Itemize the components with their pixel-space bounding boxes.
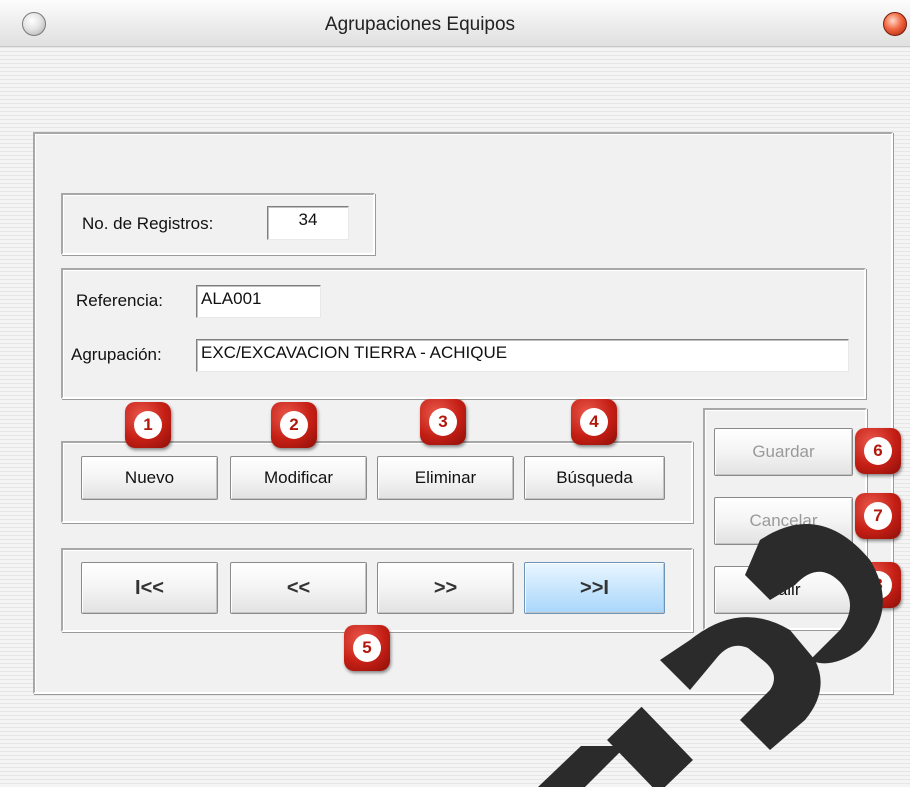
title-bar: Agrupaciones Equipos xyxy=(0,0,910,47)
callout-badge-6: 6 xyxy=(855,428,901,474)
callout-badge-4: 4 xyxy=(571,399,617,445)
callout-badge-5: 5 xyxy=(344,625,390,671)
callout-number: 2 xyxy=(280,411,308,439)
cancelar-button[interactable]: Cancelar xyxy=(714,497,853,545)
details-group xyxy=(61,268,866,399)
callout-badge-8: 8 xyxy=(855,562,901,608)
referencia-label: Referencia: xyxy=(76,291,163,310)
salir-button[interactable]: Salir xyxy=(714,566,853,614)
records-count-field: 34 xyxy=(267,206,349,240)
callout-number: 4 xyxy=(580,408,608,436)
referencia-input[interactable]: ALA001 xyxy=(196,285,321,318)
callout-number: 8 xyxy=(864,571,892,599)
callout-badge-3: 3 xyxy=(420,399,466,445)
callout-number: 7 xyxy=(864,502,892,530)
app-window: Agrupaciones Equipos No. de Registros: 3… xyxy=(0,0,910,787)
close-icon[interactable] xyxy=(883,12,907,36)
callout-badge-2: 2 xyxy=(271,402,317,448)
eliminar-button[interactable]: Eliminar xyxy=(377,456,514,500)
nuevo-button[interactable]: Nuevo xyxy=(81,456,218,500)
first-record-button[interactable]: I<< xyxy=(81,562,218,614)
next-record-button[interactable]: >> xyxy=(377,562,514,614)
modificar-button[interactable]: Modificar xyxy=(230,456,367,500)
callout-badge-7: 7 xyxy=(855,493,901,539)
last-record-button[interactable]: >>I xyxy=(524,562,665,614)
busqueda-button[interactable]: Búsqueda xyxy=(524,456,665,500)
agrupacion-label: Agrupación: xyxy=(71,345,162,364)
window-title: Agrupaciones Equipos xyxy=(324,14,516,35)
callout-number: 5 xyxy=(353,634,381,662)
agrupacion-input[interactable]: EXC/EXCAVACION TIERRA - ACHIQUE xyxy=(196,339,849,372)
callout-number: 6 xyxy=(864,437,892,465)
guardar-button[interactable]: Guardar xyxy=(714,428,853,476)
previous-record-button[interactable]: << xyxy=(230,562,367,614)
callout-number: 1 xyxy=(134,411,162,439)
callout-number: 3 xyxy=(429,408,457,436)
callout-badge-1: 1 xyxy=(125,402,171,448)
records-label: No. de Registros: xyxy=(82,214,214,233)
